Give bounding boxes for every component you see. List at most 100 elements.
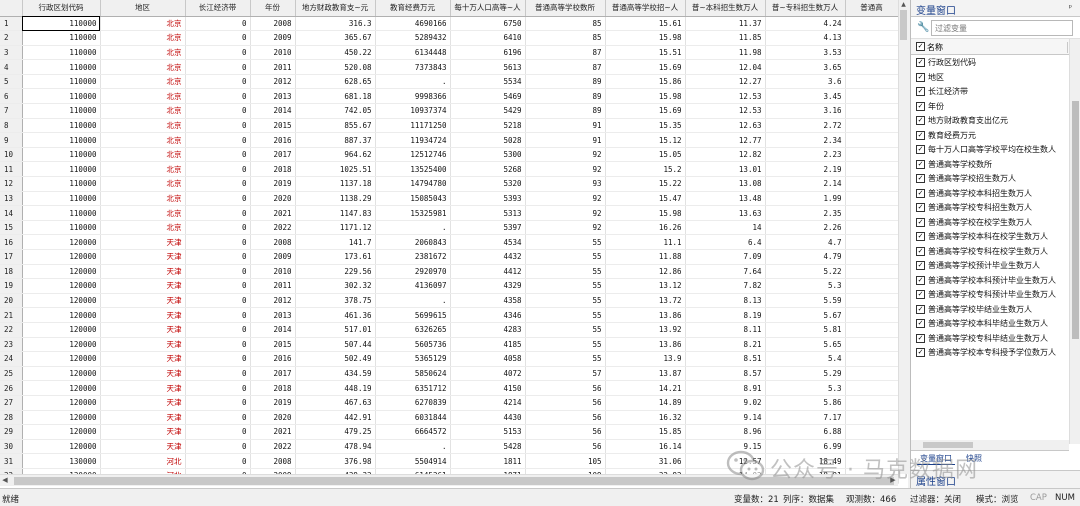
table-cell[interactable]: 2013 (250, 88, 296, 105)
table-cell[interactable]: 4072 (450, 366, 526, 382)
table-cell[interactable]: 376.98 (295, 453, 376, 469)
table-cell[interactable]: 2009 (250, 30, 296, 46)
variable-list-item[interactable]: ✓长江经济带长 (911, 84, 1080, 99)
table-cell[interactable]: 6134448 (375, 45, 451, 61)
table-cell[interactable]: 15.86 (605, 74, 686, 90)
table-cell[interactable]: 120000 (22, 439, 101, 455)
table-cell[interactable]: 11.85 (685, 30, 766, 46)
table-cell[interactable]: 55 (525, 293, 606, 309)
table-cell[interactable]: 13.01 (685, 161, 766, 178)
table-cell[interactable]: 13525400 (375, 161, 451, 178)
table-cell[interactable]: 31.06 (605, 453, 686, 469)
table-cell[interactable]: 1147.83 (295, 205, 376, 221)
table-cell[interactable]: 434.59 (295, 366, 376, 382)
table-cell[interactable]: 7.09 (685, 249, 766, 265)
table-row[interactable]: 21 120000 天津 0 2013 461.36 5699615 4346 55 13.86 8… (0, 307, 899, 323)
table-cell[interactable] (845, 337, 899, 353)
table-cell[interactable]: 0 (185, 249, 251, 265)
table-cell[interactable]: 2020 (250, 410, 296, 426)
table-cell[interactable]: 13.12 (605, 278, 686, 294)
table-cell[interactable] (845, 395, 899, 411)
table-row[interactable]: 29 120000 天津 0 2021 479.25 6664572 5153 56 15.85 8… (0, 424, 899, 440)
table-row[interactable]: 9 110000 北京 0 2016 887.37 11934724 5028 91 15.12 1… (0, 132, 899, 148)
variable-list-item[interactable]: ✓普通高等学校在校学生数万人普 (911, 215, 1080, 230)
table-cell[interactable]: 2021 (250, 424, 296, 440)
table-cell[interactable]: 2010 (250, 45, 296, 61)
table-cell[interactable]: 15.69 (605, 59, 686, 75)
table-cell[interactable]: 5289432 (375, 30, 451, 46)
table-cell[interactable]: 448.19 (295, 380, 376, 396)
table-cell[interactable]: 507.44 (295, 337, 376, 353)
variable-checkbox[interactable]: ✓ (916, 174, 925, 183)
table-cell[interactable]: 14794780 (375, 176, 451, 192)
table-cell[interactable]: 5.3 (765, 278, 846, 294)
table-cell[interactable]: 12.82 (685, 147, 766, 163)
table-cell[interactable]: 0 (185, 439, 251, 455)
table-cell[interactable]: 15.2 (605, 161, 686, 178)
variable-list-item[interactable]: ✓行政区划代码行 (911, 55, 1080, 70)
table-row[interactable]: 1 110000 北京 0 2008 316.3 4690166 6750 85 15.61 11.… (0, 16, 899, 32)
table-cell[interactable]: 4432 (450, 249, 526, 265)
variable-list-item[interactable]: ✓普通高等学校本科预计毕业生数万人普 (911, 273, 1080, 288)
table-cell[interactable]: 天津 (100, 307, 186, 323)
variable-checkbox[interactable]: ✓ (916, 203, 925, 212)
select-all-checkbox[interactable]: ✓ (916, 42, 925, 51)
table-cell[interactable]: 天津 (100, 380, 186, 396)
table-cell[interactable]: 天津 (100, 278, 186, 294)
variable-list-item[interactable]: ✓每十万人口高等学校平均在校生数人每 (911, 142, 1080, 157)
table-cell[interactable] (845, 88, 899, 105)
column-header[interactable]: 长江经济带 (185, 0, 251, 17)
table-cell[interactable]: 85 (525, 16, 606, 32)
table-row[interactable]: 26 120000 天津 0 2018 448.19 6351712 4150 56 14.21 8… (0, 380, 899, 396)
name-column-header[interactable]: 名称 (927, 42, 943, 53)
table-cell[interactable]: 北京 (100, 30, 186, 46)
table-cell[interactable]: 5320 (450, 176, 526, 192)
table-cell[interactable]: 0 (185, 147, 251, 163)
table-cell[interactable]: 110000 (22, 205, 101, 221)
variable-list-item[interactable]: ✓普通高等学校毕结业生数万人普 (911, 302, 1080, 317)
table-cell[interactable]: 15.69 (605, 103, 686, 119)
variable-list-item[interactable]: ✓教育经费万元教 (911, 128, 1080, 143)
variable-checkbox[interactable]: ✓ (916, 319, 925, 328)
table-cell[interactable]: 9998366 (375, 88, 451, 105)
row-number-cell[interactable]: 20 (0, 293, 23, 309)
table-cell[interactable]: 15.22 (605, 176, 686, 192)
table-cell[interactable]: 6410 (450, 30, 526, 46)
table-cell[interactable]: 110000 (22, 176, 101, 192)
table-cell[interactable]: 2022 (250, 220, 296, 236)
table-cell[interactable]: 57 (525, 366, 606, 382)
table-cell[interactable]: 8.19 (685, 307, 766, 323)
table-cell[interactable]: 5153 (450, 424, 526, 440)
table-cell[interactable]: 8.11 (685, 322, 766, 338)
table-cell[interactable]: 天津 (100, 264, 186, 280)
table-cell[interactable]: 110000 (22, 220, 101, 236)
table-cell[interactable]: 2.19 (765, 161, 846, 178)
table-cell[interactable]: 13.48 (685, 191, 766, 207)
table-cell[interactable]: 天津 (100, 395, 186, 411)
variable-list-item[interactable]: ✓普通高等学校招生数万人普 (911, 171, 1080, 186)
table-cell[interactable]: 120000 (22, 337, 101, 353)
table-cell[interactable]: 5613 (450, 59, 526, 75)
variable-filter-input[interactable] (931, 20, 1073, 36)
table-cell[interactable]: 4.79 (765, 249, 846, 265)
row-number-cell[interactable]: 18 (0, 264, 23, 280)
table-cell[interactable]: 6270839 (375, 395, 451, 411)
table-cell[interactable]: 北京 (100, 74, 186, 90)
variable-list-item[interactable]: ✓普通高等学校本科在校学生数万人普 (911, 229, 1080, 244)
table-cell[interactable]: 15.35 (605, 118, 686, 134)
table-cell[interactable]: 5.22 (765, 264, 846, 280)
table-cell[interactable]: 2012 (250, 74, 296, 90)
table-cell[interactable]: 12.53 (685, 88, 766, 105)
table-cell[interactable]: 12512746 (375, 147, 451, 163)
column-header[interactable]: 每十万人口高等~人 (450, 0, 526, 17)
table-cell[interactable]: 0 (185, 88, 251, 105)
table-cell[interactable]: 2010 (250, 264, 296, 280)
table-row[interactable]: 6 110000 北京 0 2013 681.18 9998366 5469 89 15.98 12… (0, 88, 899, 105)
table-cell[interactable]: 173.61 (295, 249, 376, 265)
table-cell[interactable]: 110000 (22, 147, 101, 163)
grid-vertical-scroll-thumb[interactable] (900, 10, 907, 40)
table-cell[interactable]: 120000 (22, 264, 101, 280)
variable-checkbox[interactable]: ✓ (916, 58, 925, 67)
variable-list-scroll-thumb[interactable] (1072, 101, 1079, 339)
variable-list-item[interactable]: ✓普通高等学校预计毕业生数万人普 (911, 258, 1080, 273)
